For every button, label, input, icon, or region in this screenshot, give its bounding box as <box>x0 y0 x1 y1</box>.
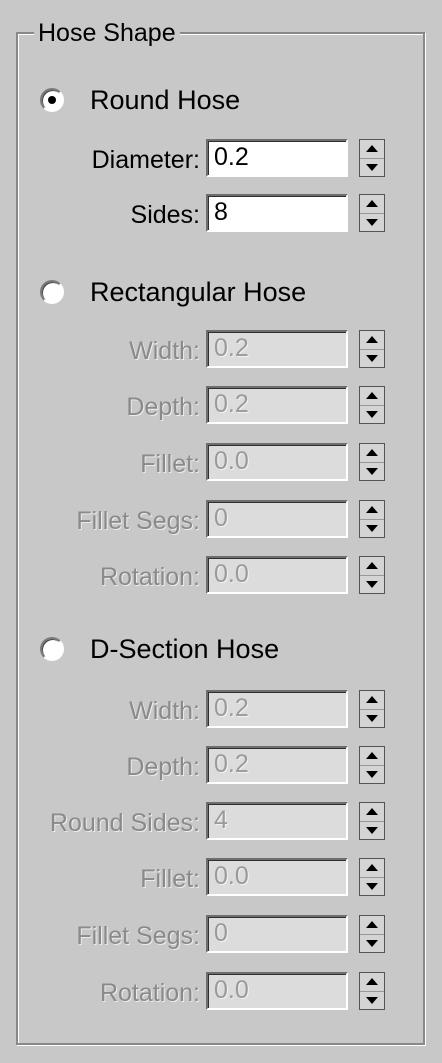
d-width-label: Width: <box>129 697 200 725</box>
d-round-sides-spinner[interactable] <box>359 802 385 840</box>
field-row-rect-fillet-segs: Fillet Segs: 0 <box>0 500 442 542</box>
rect-fillet-label: Fillet: <box>140 450 200 478</box>
d-fillet-spinner[interactable] <box>359 858 385 896</box>
d-fillet-input[interactable]: 0.0 <box>206 858 348 896</box>
field-row-d-rotation: Rotation: 0.0 <box>0 972 442 1014</box>
radio-label: D-Section Hose <box>90 633 280 664</box>
spin-down-icon[interactable] <box>360 933 384 953</box>
spin-up-icon[interactable] <box>360 916 384 934</box>
spin-down-icon[interactable] <box>360 404 384 424</box>
spin-up-icon[interactable] <box>360 387 384 405</box>
d-rotation-label: Rotation: <box>99 979 200 1007</box>
spin-up-icon[interactable] <box>360 444 384 462</box>
field-row-rect-fillet: Fillet: 0.0 <box>0 443 442 485</box>
sides-input[interactable]: 8 <box>206 194 348 232</box>
rect-fillet-segs-input[interactable]: 0 <box>206 500 348 538</box>
rect-depth-spinner[interactable] <box>359 386 385 424</box>
rect-depth-label: Depth: <box>126 393 200 421</box>
radio-d-section-hose[interactable]: D-Section Hose <box>40 631 279 667</box>
rect-depth-input[interactable]: 0.2 <box>206 386 348 424</box>
spin-up-icon[interactable] <box>360 557 384 575</box>
radio-label: Round Hose <box>90 84 241 115</box>
field-row-d-fillet: Fillet: 0.0 <box>0 858 442 900</box>
spin-down-icon[interactable] <box>360 212 384 232</box>
d-depth-label: Depth: <box>126 753 200 781</box>
rect-width-input[interactable]: 0.2 <box>206 330 348 368</box>
spin-up-icon[interactable] <box>360 859 384 877</box>
d-fillet-segs-input[interactable]: 0 <box>206 915 348 953</box>
d-width-input[interactable]: 0.2 <box>206 690 348 728</box>
field-row-d-round-sides: Round Sides: 4 <box>0 802 442 844</box>
diameter-spinner[interactable] <box>359 139 385 177</box>
rect-width-label: Width: <box>129 337 200 365</box>
radio-button-icon[interactable] <box>40 88 64 112</box>
d-depth-input[interactable]: 0.2 <box>206 746 348 784</box>
spin-down-icon[interactable] <box>360 820 384 840</box>
spin-down-icon[interactable] <box>360 518 384 538</box>
diameter-label: Diameter: <box>91 146 200 174</box>
rect-rotation-spinner[interactable] <box>359 556 385 594</box>
d-fillet-segs-spinner[interactable] <box>359 915 385 953</box>
spin-up-icon[interactable] <box>360 195 384 213</box>
spin-up-icon[interactable] <box>360 691 384 709</box>
field-row-diameter: Diameter: 0.2 <box>0 139 442 181</box>
spin-down-icon[interactable] <box>360 876 384 896</box>
field-row-d-fillet-segs: Fillet Segs: 0 <box>0 915 442 957</box>
field-row-d-width: Width: 0.2 <box>0 690 442 732</box>
d-fillet-label: Fillet: <box>140 865 200 893</box>
rect-rotation-label: Rotation: <box>99 563 200 591</box>
rect-fillet-input[interactable]: 0.0 <box>206 443 348 481</box>
rect-width-spinner[interactable] <box>359 330 385 368</box>
d-rotation-spinner[interactable] <box>359 972 385 1010</box>
spin-down-icon[interactable] <box>360 764 384 784</box>
spin-up-icon[interactable] <box>360 973 384 991</box>
radio-rectangular-hose[interactable]: Rectangular Hose <box>40 274 306 310</box>
spin-down-icon[interactable] <box>360 461 384 481</box>
d-round-sides-input[interactable]: 4 <box>206 802 348 840</box>
d-round-sides-label: Round Sides: <box>49 809 200 837</box>
radio-round-hose[interactable]: Round Hose <box>40 82 240 118</box>
spin-up-icon[interactable] <box>360 747 384 765</box>
spin-up-icon[interactable] <box>360 331 384 349</box>
rect-fillet-spinner[interactable] <box>359 443 385 481</box>
diameter-input[interactable]: 0.2 <box>206 139 348 177</box>
rect-fillet-segs-label: Fillet Segs: <box>76 507 200 535</box>
field-row-rect-depth: Depth: 0.2 <box>0 386 442 428</box>
spin-up-icon[interactable] <box>360 501 384 519</box>
spin-up-icon[interactable] <box>360 140 384 158</box>
field-row-rect-rotation: Rotation: 0.0 <box>0 556 442 598</box>
field-row-rect-width: Width: 0.2 <box>0 330 442 372</box>
radio-button-icon[interactable] <box>40 637 64 661</box>
sides-label: Sides: <box>130 201 200 229</box>
radio-label: Rectangular Hose <box>90 276 307 307</box>
spin-down-icon[interactable] <box>360 574 384 594</box>
group-title: Hose Shape <box>34 18 180 48</box>
d-rotation-input[interactable]: 0.0 <box>206 972 348 1010</box>
spin-down-icon[interactable] <box>360 157 384 177</box>
rect-rotation-input[interactable]: 0.0 <box>206 556 348 594</box>
radio-button-icon[interactable] <box>40 280 64 304</box>
d-fillet-segs-label: Fillet Segs: <box>76 922 200 950</box>
d-depth-spinner[interactable] <box>359 746 385 784</box>
field-row-d-depth: Depth: 0.2 <box>0 746 442 788</box>
field-row-sides: Sides: 8 <box>0 194 442 236</box>
rect-fillet-segs-spinner[interactable] <box>359 500 385 538</box>
spin-down-icon[interactable] <box>360 990 384 1010</box>
spin-down-icon[interactable] <box>360 708 384 728</box>
sides-spinner[interactable] <box>359 194 385 232</box>
spin-down-icon[interactable] <box>360 348 384 368</box>
d-width-spinner[interactable] <box>359 690 385 728</box>
spin-up-icon[interactable] <box>360 803 384 821</box>
